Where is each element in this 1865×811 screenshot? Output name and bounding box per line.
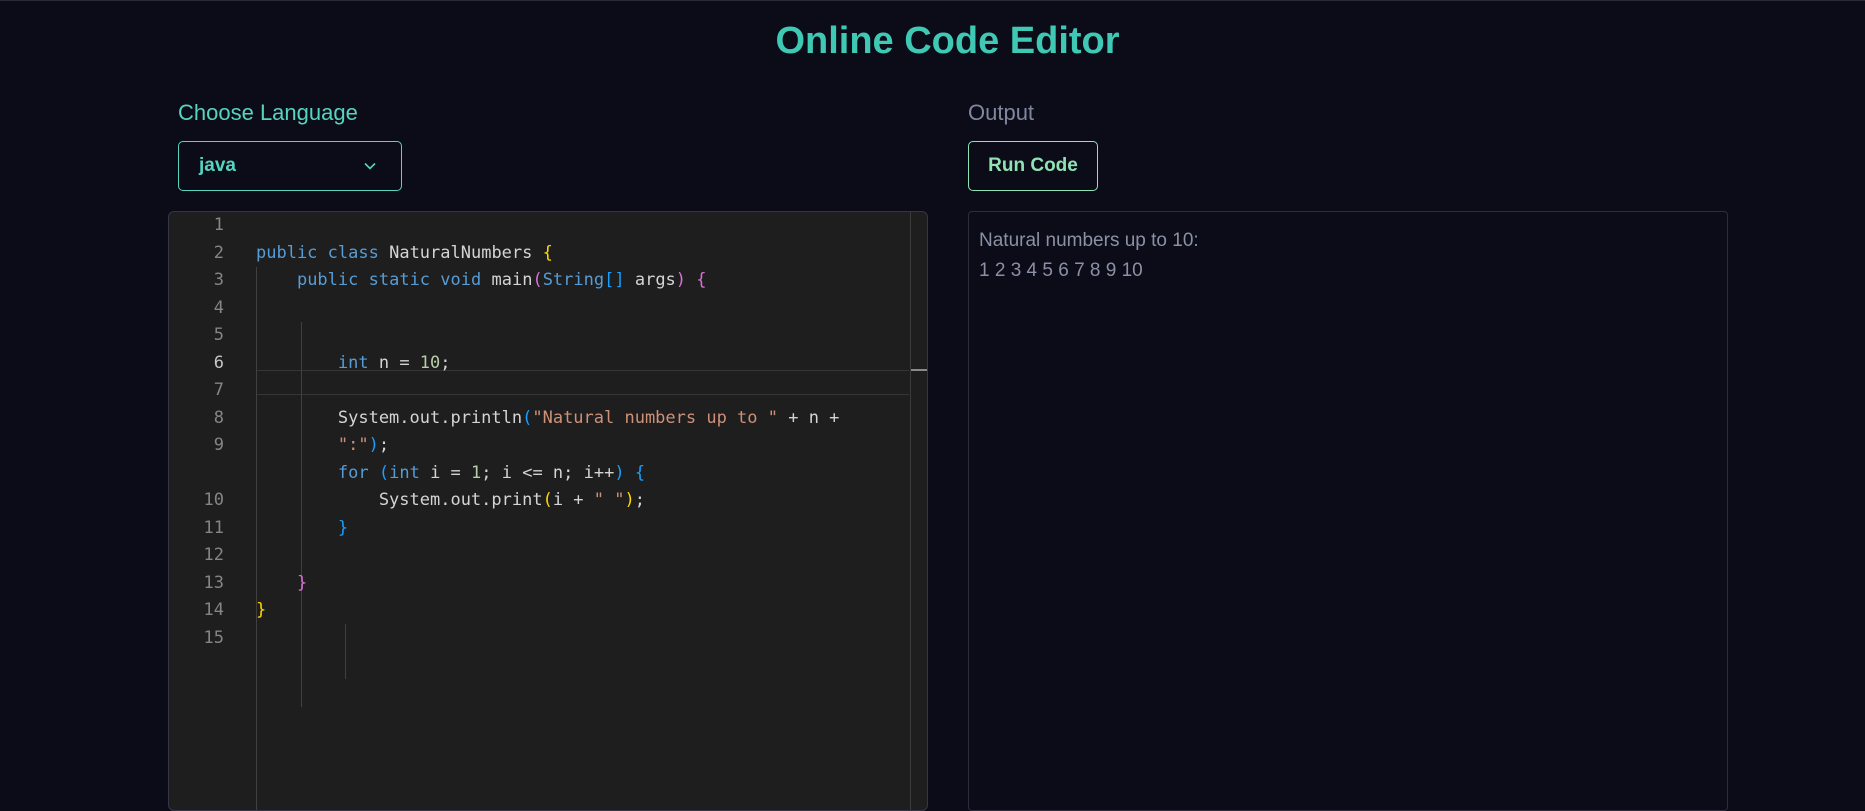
line-number: 12 [203,545,224,565]
code-line: public static void main(String[] args) { [296,270,707,290]
line-number: 11 [203,517,224,538]
scrollbar-position-marker [911,369,927,371]
editor-scrollbar[interactable] [910,212,911,810]
line-number: 15 [203,627,224,648]
line-number: 4 [213,297,224,318]
code-line: } [256,600,267,620]
line-number: 8 [213,407,224,428]
code-line: System.out.print(i + " "); [256,490,645,510]
line-number-active: 6 [213,352,224,373]
line-number: 10 [203,490,224,510]
indent-guide [345,624,346,679]
output-line: Natural numbers up to 10: [979,230,1199,251]
line-number: 9 [213,435,224,455]
code-line: System.out.println("Natural numbers up t… [256,407,840,428]
line-number: 7 [213,380,224,400]
chevron-down-icon [363,159,377,173]
code-line: } [337,517,349,538]
line-number: 3 [213,270,224,290]
language-select-value: java [199,155,236,176]
line-number: 14 [203,600,224,620]
choose-language-label: Choose Language [178,100,358,125]
language-select[interactable]: java [178,141,402,191]
line-number: 2 [213,242,224,263]
top-border [0,0,1865,1]
code-line: int n = 10; [337,352,451,373]
code-editor[interactable]: 1 2 3 4 5 6 7 8 9 10 11 12 13 14 15 publ… [168,211,928,811]
page-title: Online Code Editor [775,20,1120,62]
line-number: 1 [213,215,224,235]
line-number: 13 [203,572,224,593]
output-line: 1 2 3 4 5 6 7 8 9 10 [979,260,1143,281]
run-code-button[interactable]: Run Code [968,141,1098,191]
output-panel: Natural numbers up to 10: 1 2 3 4 5 6 7 … [968,211,1728,811]
code-line: for (int i = 1; i <= n; i++) { [337,462,646,483]
code-line: } [296,572,308,593]
output-label: Output [968,100,1035,125]
code-line: ":"); [337,435,390,455]
line-number: 5 [213,325,224,345]
code-line: public class NaturalNumbers { [256,242,553,263]
